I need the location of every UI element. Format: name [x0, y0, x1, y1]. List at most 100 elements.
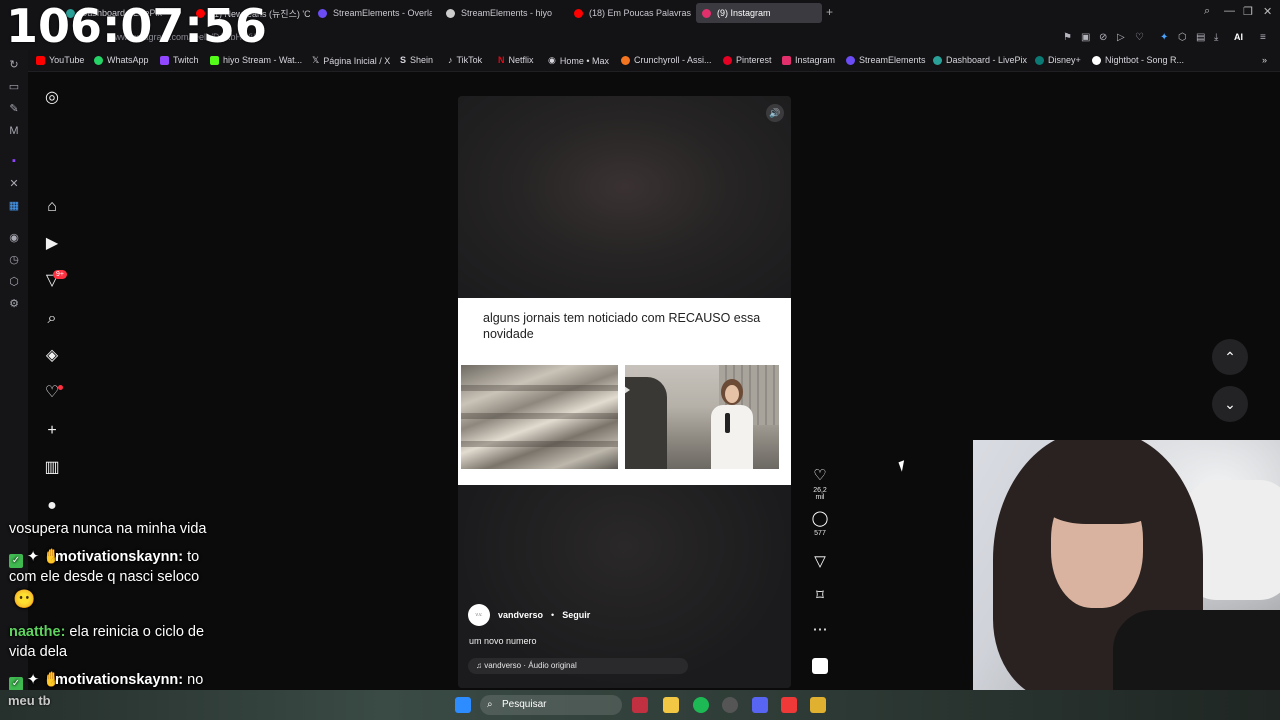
sidebar-icon[interactable]: ▤ — [1196, 32, 1205, 43]
taskbar-search[interactable]: ⌕ Pesquisar — [480, 695, 622, 715]
translate-icon[interactable]: ▦ — [7, 199, 21, 213]
bookmark-kick[interactable]: hiyo Stream - Wat... — [210, 55, 302, 65]
bookmark-livepix[interactable]: Dashboard - LivePix — [933, 55, 1027, 65]
tab-instagram[interactable]: (9) Instagram — [696, 3, 822, 23]
chat-message: vosupera nunca na minha vida — [9, 519, 207, 539]
download-icon[interactable]: ⤓ — [1214, 32, 1218, 43]
more-options-button[interactable]: ⋯ — [808, 621, 832, 639]
heart-icon: ♡ — [813, 467, 827, 484]
audio-avatar[interactable] — [812, 658, 828, 674]
instagram-icon — [782, 55, 791, 65]
bookmark-nightbot[interactable]: Nightbot - Song R... — [1092, 55, 1184, 65]
player-icon[interactable]: ◉ — [7, 231, 21, 245]
screenshot-icon[interactable]: ▣ — [1081, 32, 1090, 43]
block-icon[interactable]: ⊘ — [1099, 32, 1107, 43]
mail-icon[interactable]: M — [7, 124, 21, 138]
notification-badge: 9+ — [53, 270, 67, 279]
extensions-icon[interactable]: ⬡ — [7, 275, 21, 289]
reload-icon[interactable]: ↻ — [7, 58, 21, 72]
obs-icon[interactable] — [722, 697, 738, 713]
pin-icon[interactable]: ⚑ — [1063, 32, 1072, 43]
create-icon[interactable]: + — [42, 421, 62, 441]
reel-caption[interactable]: um novo numero — [469, 636, 537, 646]
reels-icon[interactable]: ▶ — [42, 234, 62, 254]
new-tab-button[interactable]: + — [826, 5, 833, 19]
discord-icon[interactable] — [752, 697, 768, 713]
nightbot-icon — [1092, 55, 1101, 65]
bookmark-pinterest[interactable]: Pinterest — [723, 55, 772, 65]
bookmark-x[interactable]: 𝕏 Página Inicial / X — [312, 55, 390, 66]
share-button[interactable]: ▽ — [808, 553, 832, 571]
home-icon[interactable]: ⌂ — [42, 197, 62, 217]
bookmark-tiktok[interactable]: ♪ TikTok — [448, 55, 482, 65]
tab-streamelements-hiyo[interactable]: StreamElements - hiyo — [440, 3, 564, 23]
chat-message: com ele desde q nasci seloco — [9, 567, 199, 587]
reel-video[interactable]: 🔊 alguns jornais tem noticiado com RECAU… — [458, 96, 791, 688]
bookmark-streamelements[interactable]: StreamElements — [846, 55, 926, 65]
bookmark-shein[interactable]: S Shein — [400, 55, 433, 65]
explore-icon[interactable]: ◈ — [42, 346, 62, 366]
bookmark-instagram[interactable]: Instagram — [782, 55, 835, 65]
previous-reel-button[interactable]: ⌃ — [1212, 339, 1248, 375]
bookmark-youtube[interactable]: YouTube — [36, 55, 84, 65]
checkmark-icon: ✓ — [9, 554, 23, 568]
history-icon[interactable]: ◷ — [7, 253, 21, 267]
extension-icon[interactable]: ✦ — [1160, 32, 1168, 43]
bookmark-max[interactable]: ◉ Home • Max — [548, 55, 609, 66]
profile-avatar[interactable]: ● — [42, 496, 62, 516]
close-icon[interactable]: ✕ — [1263, 5, 1272, 18]
play-icon[interactable]: ▷ — [1117, 32, 1125, 43]
search-tabs-icon[interactable]: ⌕ — [1204, 5, 1210, 18]
bookmark-netflix[interactable]: N Netflix — [498, 55, 534, 65]
volume-icon[interactable]: 🔊 — [766, 104, 784, 122]
app-icon[interactable] — [810, 697, 826, 713]
tab-label: (9) Instagram — [717, 8, 771, 18]
spotify-icon[interactable] — [693, 697, 709, 713]
save-button[interactable]: ⌑ — [808, 587, 832, 605]
follow-button[interactable]: Seguir — [562, 610, 590, 620]
heart-icon[interactable]: ♡ — [1135, 32, 1144, 43]
youtube-icon — [574, 8, 583, 18]
x-icon[interactable]: ✕ — [7, 177, 21, 191]
bookmarks-overflow-icon[interactable]: » — [1262, 55, 1267, 65]
author-avatar[interactable]: v.v. — [468, 604, 490, 626]
bookmark-whatsapp[interactable]: WhatsApp — [94, 55, 149, 65]
bookmark-label: Twitch — [173, 55, 199, 65]
tab-label: (18) Em Poucas Palavras — [589, 8, 692, 18]
opera-gx-icon[interactable] — [781, 697, 797, 713]
menu-icon[interactable]: ≡ — [1260, 32, 1266, 43]
audio-link[interactable]: ♫ vandverso · Áudio original — [468, 658, 688, 674]
chat-text: vida dela — [9, 644, 68, 660]
taskbar-search-placeholder: Pesquisar — [502, 699, 547, 710]
like-button[interactable]: ♡ 26,2 mil — [808, 467, 832, 501]
puzzle-icon[interactable]: ⬡ — [1178, 32, 1187, 43]
camera — [625, 377, 667, 469]
settings-icon[interactable]: ⚙ — [7, 297, 21, 311]
minimize-icon[interactable]: — — [1224, 5, 1235, 17]
next-reel-button[interactable]: ⌄ — [1212, 386, 1248, 422]
overlay-text: meu tb — [8, 693, 51, 708]
bookmark-label: Instagram — [795, 55, 836, 65]
dashboard-icon[interactable]: ▥ — [42, 458, 62, 478]
notes-icon[interactable]: ✎ — [7, 102, 21, 116]
streamelements-icon — [446, 8, 455, 18]
bookmark-disney[interactable]: Disney+ — [1035, 55, 1081, 65]
app-icon[interactable] — [632, 697, 648, 713]
bookmark-label: Crunchyroll - Assi... — [634, 55, 712, 65]
bookmark-crunchyroll[interactable]: Crunchyroll - Assi... — [621, 55, 712, 65]
search-icon[interactable]: ⌕ — [42, 309, 62, 329]
bookmark-twitch[interactable]: Twitch — [160, 55, 199, 65]
windows-start-icon[interactable] — [455, 697, 471, 713]
more-icon: ⋯ — [812, 621, 828, 638]
tab-streamelements-overlay[interactable]: StreamElements - Overlay — [312, 3, 432, 23]
restore-icon[interactable]: ❐ — [1243, 5, 1253, 18]
author-name[interactable]: vandverso — [498, 610, 543, 620]
file-explorer-icon[interactable] — [663, 697, 679, 713]
comment-button[interactable]: ◯ 577 — [808, 510, 832, 537]
wallet-icon[interactable]: ▭ — [7, 80, 21, 94]
chat-text: no — [183, 672, 204, 688]
ai-button[interactable]: AI — [1234, 32, 1243, 42]
tab-em-poucas-palavras[interactable]: (18) Em Poucas Palavras — [568, 3, 692, 23]
instagram-logo-icon[interactable]: ◎ — [42, 88, 62, 108]
twitch-icon[interactable]: ▪ — [7, 154, 21, 168]
